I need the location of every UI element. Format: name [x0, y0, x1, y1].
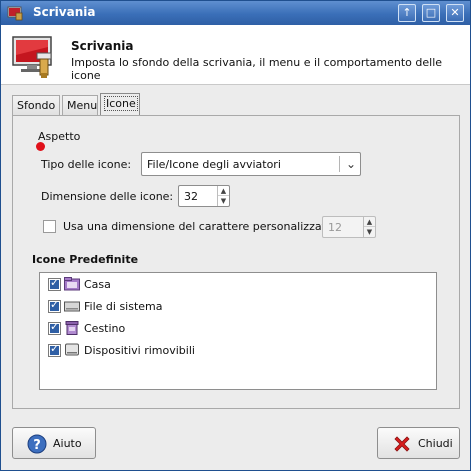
increment-icon[interactable]: ▲ — [218, 186, 229, 196]
tab-label: Sfondo — [17, 99, 56, 112]
font-size-value[interactable]: 12 — [328, 221, 342, 234]
close-button-label: Chiudi — [418, 437, 453, 450]
desktop-settings-icon — [12, 36, 52, 78]
list-item[interactable]: ✓ Cestino — [40, 318, 436, 340]
decrement-icon[interactable]: ▼ — [218, 196, 229, 206]
tab-label: Icone — [104, 96, 138, 111]
help-button[interactable]: ? Aiuto — [12, 427, 96, 459]
cursor-marker — [36, 142, 45, 151]
help-icon: ? — [27, 434, 47, 454]
chevron-down-icon[interactable]: ⌄ — [344, 156, 358, 172]
cestino-checkbox[interactable]: ✓ — [48, 320, 61, 335]
icon-size-value[interactable]: 32 — [184, 190, 198, 203]
dropdown-separator — [339, 156, 340, 172]
trash-icon — [65, 321, 79, 335]
close-icon — [394, 436, 410, 452]
tab-menu[interactable]: Menu — [62, 95, 98, 116]
stepper-buttons: ▲ ▼ — [217, 186, 229, 206]
list-item[interactable]: ✓ Dispositivi rimovibili — [40, 340, 436, 362]
list-item-label: Cestino — [84, 322, 126, 335]
title-bar[interactable]: Scrivania ↑ □ ✕ — [1, 1, 470, 25]
casa-checkbox[interactable]: ✓ — [48, 276, 61, 291]
home-folder-icon — [64, 277, 80, 291]
tab-icone[interactable]: Icone — [100, 93, 140, 116]
icon-type-dropdown[interactable]: File/Icone degli avviatori ⌄ — [141, 152, 361, 176]
list-item[interactable]: ✓ Casa — [40, 274, 436, 296]
decrement-icon[interactable]: ▼ — [364, 227, 375, 237]
icon-size-label: Dimensione delle icone: — [41, 190, 174, 203]
svg-text:?: ? — [33, 438, 41, 453]
icon-type-label: Tipo delle icone: — [41, 158, 132, 171]
drive-icon — [64, 301, 80, 312]
tab-sfondo[interactable]: Sfondo — [12, 95, 60, 116]
list-item[interactable]: ✓ File di sistema — [40, 296, 436, 318]
settings-window: Scrivania ↑ □ ✕ Scrivania Imposta lo sfo… — [0, 0, 471, 471]
icon-size-stepper[interactable]: 32 ▲ ▼ — [178, 185, 230, 207]
default-icons-section-label: Icone Predefinite — [32, 253, 139, 266]
dispositivi-rimovibili-checkbox[interactable]: ✓ — [48, 342, 61, 357]
custom-font-size-label: Usa una dimensione del carattere persona… — [63, 220, 337, 233]
help-button-label: Aiuto — [53, 437, 82, 450]
default-icons-list: ✓ Casa ✓ File di sistema ✓ Cestino ✓ Dis… — [39, 272, 437, 390]
header-title: Scrivania — [71, 39, 134, 53]
roll-up-button[interactable]: ↑ — [398, 4, 416, 22]
window-title: Scrivania — [33, 5, 96, 19]
close-window-button[interactable]: ✕ — [446, 4, 464, 22]
list-item-label: File di sistema — [84, 300, 163, 313]
font-size-stepper[interactable]: 12 ▲ ▼ — [322, 216, 376, 238]
stepper-buttons: ▲ ▼ — [363, 217, 375, 237]
list-item-label: Dispositivi rimovibili — [84, 344, 195, 357]
increment-icon[interactable]: ▲ — [364, 217, 375, 227]
file-di-sistema-checkbox[interactable]: ✓ — [48, 298, 61, 313]
header-subtitle: Imposta lo sfondo della scrivania, il me… — [71, 56, 443, 82]
maximize-button[interactable]: □ — [422, 4, 440, 22]
desktop-settings-icon — [7, 6, 23, 21]
close-button[interactable]: Chiudi — [377, 427, 460, 459]
custom-font-size-checkbox[interactable] — [43, 220, 56, 233]
list-item-label: Casa — [84, 278, 111, 291]
dialog-header: Scrivania Imposta lo sfondo della scriva… — [1, 25, 470, 85]
aspetto-section-label: Aspetto — [38, 130, 81, 143]
removable-drive-icon — [65, 343, 79, 356]
tab-label: Menu — [67, 99, 98, 112]
icon-type-value: File/Icone degli avviatori — [147, 158, 281, 171]
